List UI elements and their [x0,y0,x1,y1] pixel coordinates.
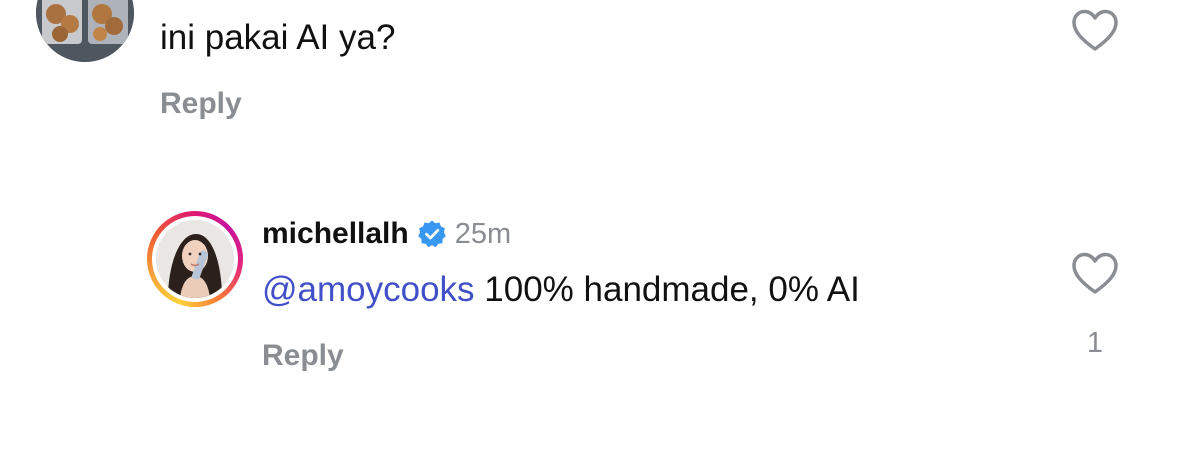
like-count[interactable]: 1 [1060,326,1130,360]
comment-body: 100% handmade, 0% AI [474,270,860,309]
heart-icon[interactable] [1071,9,1119,53]
commenter-avatar [156,220,234,298]
verified-badge-icon [417,220,446,248]
heart-icon[interactable] [1071,252,1119,296]
reply-button[interactable]: Reply [262,338,344,374]
commenter-avatar[interactable] [36,0,134,62]
comment-header: michellalh 25m [262,214,511,254]
comment-text: ini pakai AI ya? [160,18,396,57]
story-ring[interactable] [147,211,243,307]
username[interactable]: michellalh [262,217,409,251]
mention-link[interactable]: @amoycooks [262,270,475,309]
comment-text: @amoycooks 100% handmade, 0% AI [262,268,860,312]
reply-button[interactable]: Reply [160,86,242,122]
timestamp: 25m [454,217,512,250]
